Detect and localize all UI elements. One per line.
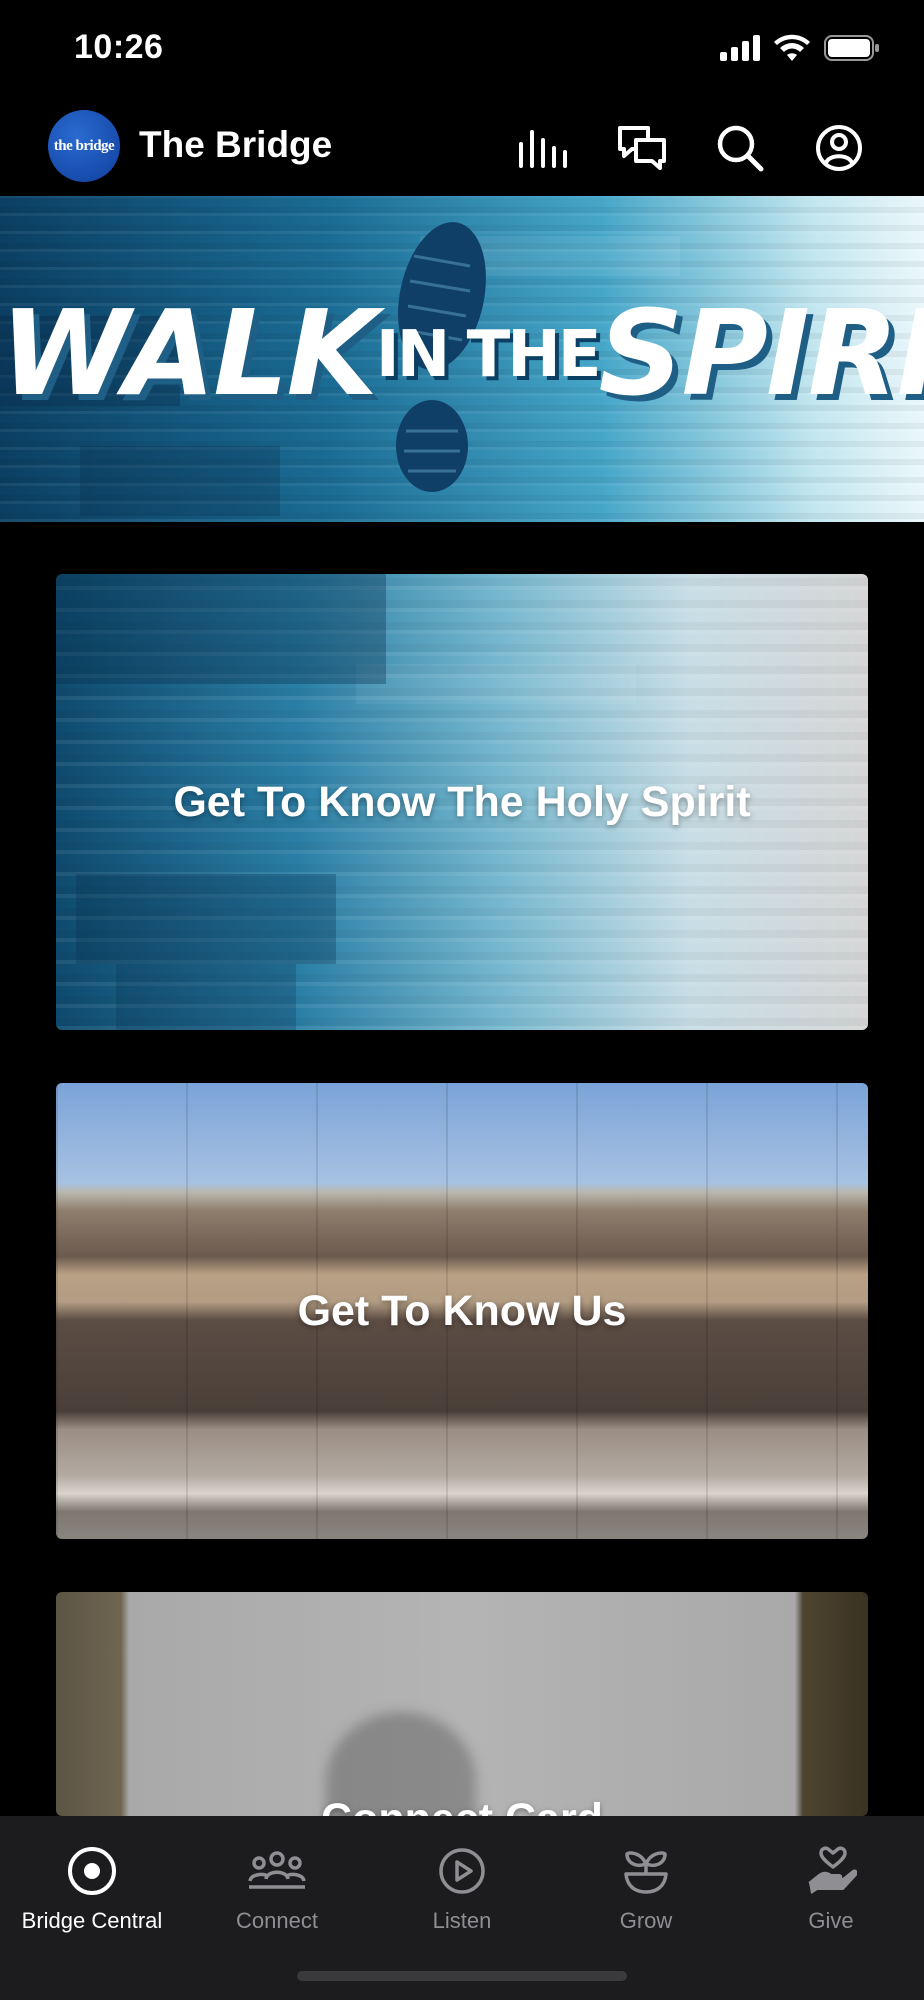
signal-icon [720,35,760,61]
hero-title: WALKIN THESPIRIT [0,284,924,422]
card-holy-spirit[interactable]: Get To Know The Holy Spirit [56,574,868,1030]
app-title: The Bridge [139,124,333,165]
card-connect[interactable]: Connect Card [56,1592,868,1816]
church-logo[interactable]: the bridge [48,110,120,182]
tab-label: Bridge Central [21,1908,163,1933]
tab-label: Grow [619,1908,673,1933]
tab-connect[interactable]: Connect [185,1836,369,1934]
logo-text: the bridge [53,137,115,154]
status-icons [720,34,880,62]
chat-icon[interactable] [614,120,670,176]
plant-icon [554,1836,738,1906]
search-icon[interactable] [712,120,768,176]
tab-label: Connect [236,1908,318,1933]
hero-word-in-the: IN THE [375,318,602,392]
app-header: the bridge The Bridge [0,100,924,196]
wifi-icon [774,34,810,61]
target-icon [0,1836,184,1906]
tab-listen[interactable]: Listen [370,1836,554,1934]
hero-word-walk: WALK [0,284,378,422]
hero-word-spirit: SPIRIT [598,284,924,422]
account-icon[interactable] [811,120,867,176]
card-title: Get To Know Us [297,1286,627,1335]
card-title: Get To Know The Holy Spirit [173,777,751,826]
card-title: Connect Card [321,1795,603,1816]
home-indicator[interactable] [297,1971,627,1981]
heart-hand-icon [739,1836,923,1906]
tab-give[interactable]: Give [739,1836,923,1934]
status-time: 10:26 [74,28,164,66]
battery-icon [824,35,879,61]
status-bar: 10:26 [0,0,924,100]
tab-grow[interactable]: Grow [554,1836,738,1934]
tab-bridge-central[interactable]: Bridge Central [0,1836,184,1934]
tab-label: Listen [432,1908,492,1933]
tab-label: Give [808,1908,854,1933]
equalizer-icon[interactable] [516,120,572,176]
group-icon [185,1836,369,1906]
card-know-us[interactable]: Get To Know Us [56,1083,868,1539]
hero-banner[interactable]: WALKIN THESPIRIT [0,196,924,522]
play-icon [370,1836,554,1906]
